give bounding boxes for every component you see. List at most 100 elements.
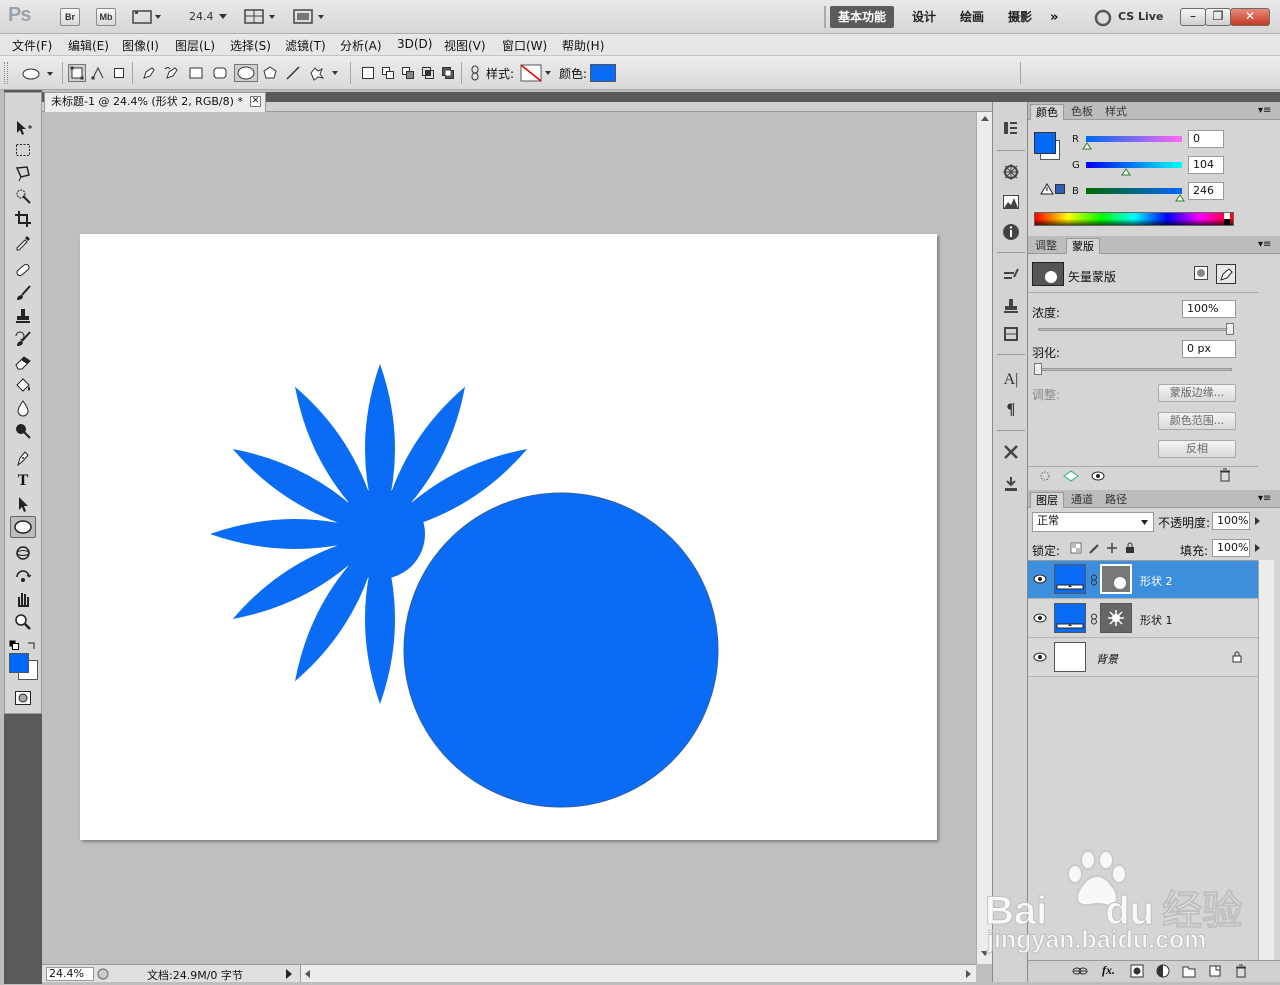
bridge-button[interactable]: Br bbox=[60, 8, 80, 26]
color-swatch[interactable] bbox=[590, 64, 616, 82]
zoom-dropdown-icon[interactable] bbox=[218, 13, 228, 21]
visibility-eye-icon[interactable] bbox=[1033, 573, 1047, 585]
b-slider[interactable] bbox=[1086, 188, 1182, 194]
tab-styles[interactable]: 样式 bbox=[1100, 104, 1132, 120]
feather-slider-thumb[interactable] bbox=[1034, 363, 1042, 375]
combine-exclude[interactable] bbox=[439, 64, 457, 82]
history-panel-button[interactable] bbox=[1001, 118, 1021, 138]
ellipse-option[interactable] bbox=[234, 64, 258, 82]
workspace-design[interactable]: 设计 bbox=[904, 6, 944, 28]
add-mask-icon[interactable] bbox=[1130, 964, 1144, 978]
more-workspaces-icon[interactable]: » bbox=[1050, 10, 1058, 25]
link-layers-icon[interactable] bbox=[1072, 965, 1088, 977]
color-spectrum-bar[interactable] bbox=[1034, 212, 1234, 226]
restore-button[interactable]: ❐ bbox=[1205, 8, 1231, 26]
menu-edit[interactable]: 编辑(E) bbox=[68, 37, 109, 54]
vector-mask-button[interactable] bbox=[1216, 264, 1236, 284]
status-info-icon[interactable] bbox=[96, 967, 110, 981]
quick-select-tool[interactable] bbox=[10, 185, 36, 207]
opacity-field[interactable]: 100% bbox=[1212, 512, 1250, 530]
combine-add[interactable] bbox=[379, 64, 397, 82]
lasso-tool[interactable] bbox=[10, 162, 36, 184]
layer-name[interactable]: 形状 1 bbox=[1140, 612, 1173, 628]
dodge-tool[interactable] bbox=[10, 420, 36, 442]
3d-orbit-tool[interactable] bbox=[10, 565, 36, 587]
info-panel-button[interactable] bbox=[1001, 222, 1021, 242]
clone-source-panel-button[interactable] bbox=[1001, 296, 1021, 316]
cs-live-button[interactable]: CS Live bbox=[1118, 10, 1163, 23]
tab-channels[interactable]: 通道 bbox=[1066, 492, 1098, 508]
fill-field[interactable]: 100% bbox=[1212, 539, 1250, 557]
tab-masks[interactable]: 蒙版 bbox=[1066, 238, 1100, 254]
close-button[interactable]: ✕ bbox=[1230, 8, 1270, 26]
g-slider[interactable] bbox=[1086, 162, 1182, 168]
color-range-button[interactable]: 颜色范围... bbox=[1158, 412, 1236, 430]
paths-button[interactable] bbox=[89, 64, 107, 82]
ellipse-tool[interactable] bbox=[10, 516, 36, 538]
density-slider[interactable] bbox=[1038, 328, 1232, 331]
visibility-eye-icon[interactable] bbox=[1033, 651, 1047, 663]
layer-fill-thumbnail[interactable] bbox=[1054, 603, 1086, 633]
lock-position-icon[interactable] bbox=[1106, 542, 1118, 554]
menu-view[interactable]: 视图(V) bbox=[444, 37, 486, 54]
move-tool[interactable] bbox=[10, 117, 36, 139]
lock-all-icon[interactable] bbox=[1124, 542, 1136, 554]
document-tab[interactable]: 未标题-1 @ 24.4% (形状 2, RGB/8) * ✕ bbox=[44, 92, 266, 112]
pixel-mask-button[interactable] bbox=[1192, 264, 1210, 282]
foreground-color[interactable] bbox=[9, 653, 29, 673]
invert-button[interactable]: 反相 bbox=[1158, 440, 1236, 458]
healing-brush-tool[interactable] bbox=[10, 259, 36, 281]
status-zoom[interactable]: 24.4% bbox=[46, 967, 94, 981]
zoom-level[interactable]: 24.4 bbox=[189, 10, 214, 23]
g-value[interactable]: 104 bbox=[1188, 156, 1224, 174]
type-tool[interactable]: T bbox=[10, 470, 36, 492]
3d-panel-button[interactable] bbox=[1001, 442, 1021, 462]
tab-paths[interactable]: 路径 bbox=[1100, 492, 1132, 508]
menu-help[interactable]: 帮助(H) bbox=[562, 37, 604, 54]
lock-transparency-icon[interactable] bbox=[1070, 542, 1082, 554]
tab-color[interactable]: 颜色 bbox=[1030, 104, 1064, 120]
paragraph-panel-button[interactable]: ¶ bbox=[1001, 400, 1021, 420]
panel-menu-icon[interactable]: ▾≡ bbox=[1258, 493, 1271, 504]
color-fg-swatch[interactable] bbox=[1034, 132, 1056, 154]
style-picker[interactable] bbox=[520, 64, 554, 82]
workspace-photography[interactable]: 摄影 bbox=[1000, 6, 1040, 28]
tool-presets-panel-button[interactable] bbox=[1001, 324, 1021, 344]
options-grip[interactable] bbox=[4, 62, 8, 84]
fill-arrow-icon[interactable] bbox=[1254, 543, 1262, 553]
tab-layers[interactable]: 图层 bbox=[1030, 492, 1064, 508]
horizontal-scrollbar[interactable] bbox=[300, 965, 976, 982]
eyedropper-tool[interactable] bbox=[10, 231, 36, 253]
layer-row-shape-2[interactable]: 形状 2 bbox=[1028, 561, 1258, 599]
opacity-arrow-icon[interactable] bbox=[1254, 516, 1262, 526]
new-group-icon[interactable] bbox=[1182, 964, 1196, 978]
load-selection-button[interactable] bbox=[1038, 470, 1054, 482]
custom-shape-option[interactable] bbox=[307, 64, 339, 82]
layer-name[interactable]: 背景 bbox=[1096, 651, 1118, 667]
brushes-panel-button[interactable] bbox=[1001, 266, 1021, 286]
density-field[interactable]: 100% bbox=[1182, 300, 1236, 318]
minimize-button[interactable]: – bbox=[1180, 8, 1206, 26]
vertical-scrollbar[interactable] bbox=[976, 112, 992, 964]
character-panel-button[interactable]: A| bbox=[1001, 370, 1021, 390]
r-slider-thumb-icon[interactable] bbox=[1082, 142, 1092, 150]
crop-tool[interactable] bbox=[10, 208, 36, 230]
3d-rotate-tool[interactable] bbox=[10, 542, 36, 564]
tool-preset-picker[interactable] bbox=[20, 66, 60, 82]
gamut-warning-icon[interactable] bbox=[1040, 183, 1054, 195]
menu-3d[interactable]: 3D(D) bbox=[397, 37, 432, 51]
menu-window[interactable]: 窗口(W) bbox=[502, 37, 547, 54]
workspace-essentials[interactable]: 基本功能 bbox=[830, 6, 895, 28]
default-colors-button[interactable] bbox=[9, 639, 19, 650]
marquee-tool[interactable] bbox=[10, 139, 36, 161]
brush-tool[interactable] bbox=[10, 282, 36, 304]
layer-row-shape-1[interactable]: 形状 1 bbox=[1028, 600, 1258, 638]
zoom-tool[interactable] bbox=[10, 611, 36, 633]
layer-mask-thumbnail[interactable] bbox=[1100, 603, 1132, 633]
document-canvas[interactable] bbox=[80, 234, 937, 840]
r-value[interactable]: 0 bbox=[1188, 130, 1224, 148]
visibility-eye-icon[interactable] bbox=[1033, 612, 1047, 624]
close-document-icon[interactable]: ✕ bbox=[250, 96, 261, 107]
rounded-rect-option[interactable] bbox=[211, 64, 229, 82]
scroll-up-icon[interactable] bbox=[980, 114, 990, 122]
